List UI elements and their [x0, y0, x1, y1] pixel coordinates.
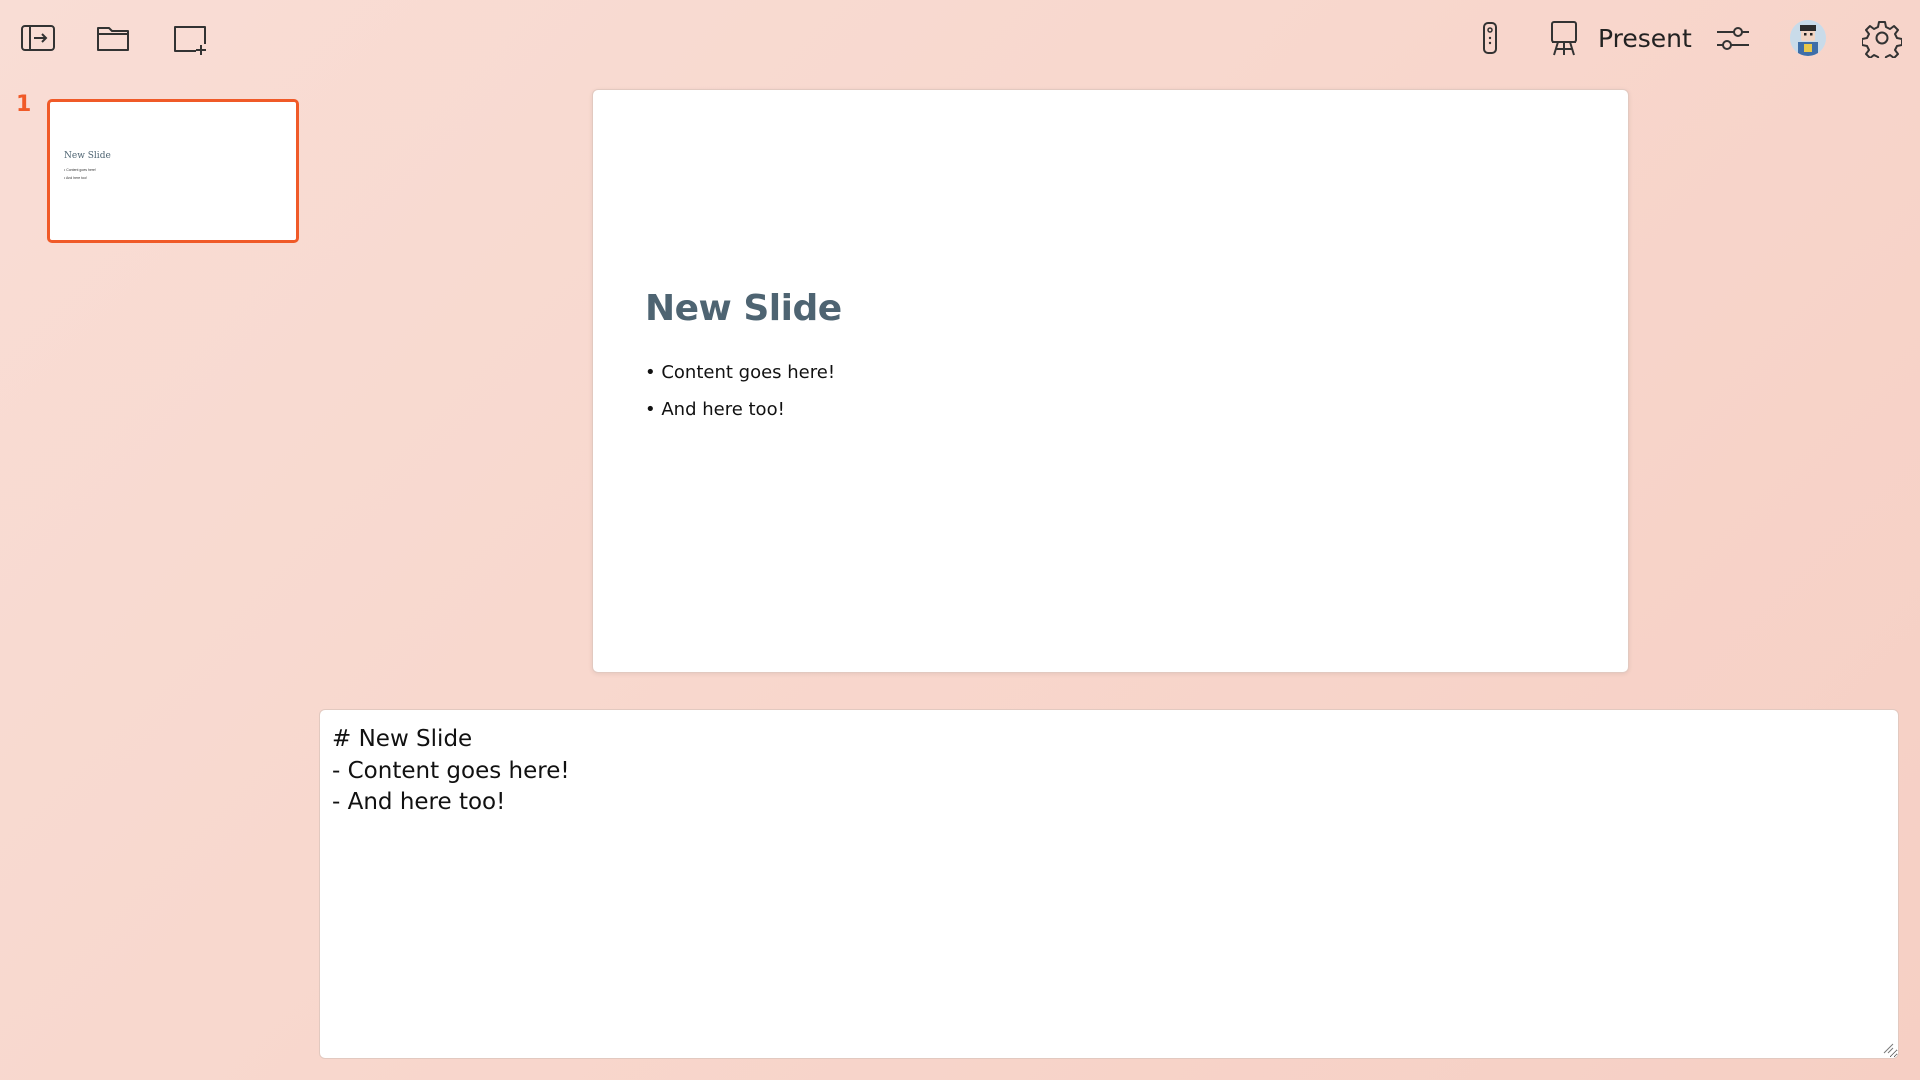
markdown-editor[interactable]: # New Slide - Content goes here! - And h…	[319, 709, 1899, 1059]
new-slide-button[interactable]	[165, 14, 213, 62]
slide-number: 1	[16, 92, 32, 117]
easel-icon	[1551, 21, 1577, 56]
slide-thumbnail[interactable]: New Slide • Content goes here! • And her…	[47, 99, 299, 243]
editor-line: # New Slide	[332, 726, 473, 752]
remote-control-button[interactable]	[1466, 14, 1514, 62]
slide-title: New Slide	[645, 288, 842, 329]
folder-icon	[97, 27, 129, 51]
thumbnail-bullet: • Content goes here!	[64, 168, 96, 172]
editor-line: - Content goes here!	[332, 757, 570, 784]
remote-control-icon	[1483, 22, 1497, 54]
sidebar-toggle-icon	[21, 25, 55, 51]
user-avatar-button[interactable]	[1784, 14, 1832, 62]
present-label: Present	[1598, 23, 1692, 53]
open-folder-button[interactable]	[89, 14, 137, 62]
thumbnail-title: New Slide	[64, 151, 111, 161]
slide-preview: New Slide Content goes here! And here to…	[592, 89, 1629, 673]
resize-handle-icon[interactable]	[1882, 1042, 1894, 1054]
settings-button[interactable]	[1858, 14, 1906, 62]
present-button[interactable]: Present	[1544, 14, 1692, 62]
gear-icon	[1862, 21, 1902, 58]
slide-bullet: And here too!	[645, 399, 835, 436]
avatar	[1790, 20, 1826, 56]
thumbnail-bullet: • And here too!	[64, 176, 88, 180]
slide-bullet-list: Content goes here! And here too!	[645, 362, 835, 436]
sliders-icon	[1717, 27, 1749, 50]
adjustments-button[interactable]	[1709, 14, 1757, 62]
editor-line: - And here too!	[332, 789, 506, 815]
toggle-sidebar-button[interactable]	[14, 14, 62, 62]
slide-bullet: Content goes here!	[645, 362, 835, 399]
new-slide-icon	[174, 26, 206, 55]
